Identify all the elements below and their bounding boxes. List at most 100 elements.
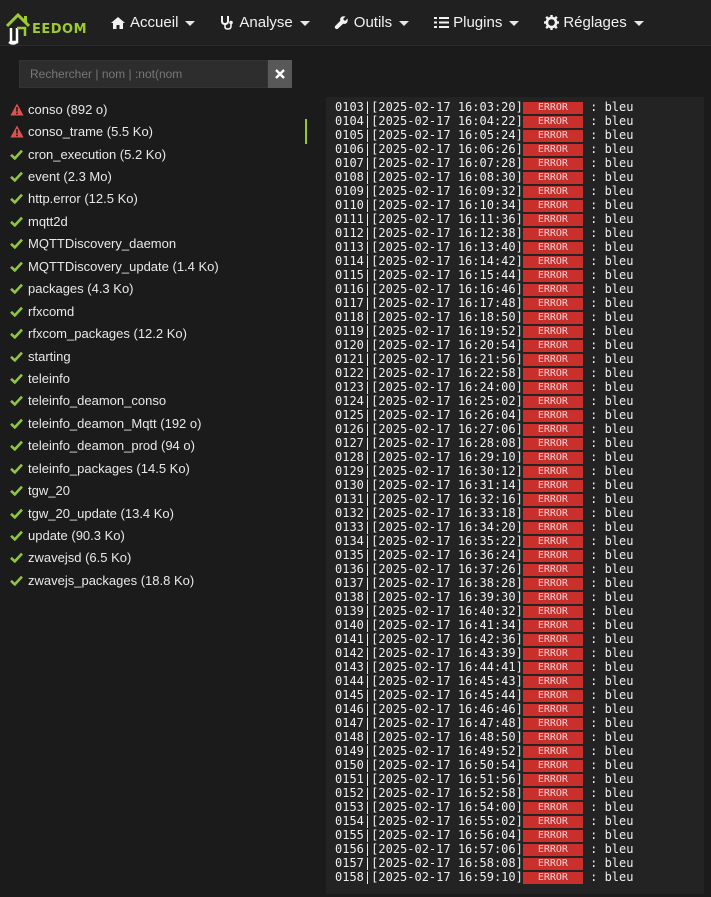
log-level-badge: ERROR [522,634,583,646]
chevron-down-icon [185,21,196,26]
log-line-timestamp: 2025-02-17 16:10:34 [378,198,516,212]
log-line: 0144|[2025-02-17 16:45:43] ERROR : bleu [335,674,634,688]
log-file-item[interactable]: rfxcomd [0,300,310,322]
check-icon [10,327,27,341]
nav-accueil[interactable]: Accueil [101,0,210,46]
log-file-item[interactable]: teleinfo_deamon_conso [0,390,310,412]
log-line-number: 0158 [335,870,364,884]
log-line: 0108|[2025-02-17 16:08:30] ERROR : bleu [335,170,634,184]
log-line-message: bleu [604,786,634,800]
search-input[interactable] [19,60,268,88]
log-line-timestamp: 2025-02-17 16:45:44 [378,688,516,702]
log-file-item[interactable]: teleinfo [0,367,310,389]
log-line-timestamp: 2025-02-17 16:41:34 [378,618,516,632]
log-line: 0127|[2025-02-17 16:28:08] ERROR : bleu [335,436,634,450]
log-line-timestamp: 2025-02-17 16:15:44 [378,268,516,282]
log-file-label: MQTTDiscovery_update (1.4 Ko) [28,258,219,274]
log-line-message: bleu [604,408,634,422]
log-line-number: 0141 [335,632,364,646]
log-line: 0113|[2025-02-17 16:13:40] ERROR : bleu [335,240,634,254]
log-line-message: bleu [604,716,634,730]
log-line: 0139|[2025-02-17 16:40:32] ERROR : bleu [335,604,634,618]
log-line-timestamp: 2025-02-17 16:47:48 [378,716,516,730]
log-level-badge: ERROR [522,354,583,366]
chevron-down-icon [509,21,520,26]
log-line-message: bleu [604,646,634,660]
log-line: 0109|[2025-02-17 16:09:32] ERROR : bleu [335,184,634,198]
log-line-timestamp: 2025-02-17 16:34:20 [378,520,516,534]
log-level-badge: ERROR [522,312,583,324]
log-file-item[interactable]: tgw_20_update (13.4 Ko) [0,502,310,524]
log-line-number: 0138 [335,590,364,604]
log-line-timestamp: 2025-02-17 16:54:00 [378,800,516,814]
log-line-message: bleu [604,548,634,562]
log-level-badge: ERROR [522,844,583,856]
nav-reglages-label: Réglages [563,14,627,31]
log-file-item[interactable]: cron_execution (5.2 Ko) [0,143,310,165]
log-file-item[interactable]: teleinfo_deamon_prod (94 o) [0,435,310,457]
log-file-item[interactable]: MQTTDiscovery_daemon [0,233,310,255]
log-level-badge: ERROR [522,774,583,786]
log-file-item[interactable]: update (90.3 Ko) [0,524,310,546]
log-line-timestamp: 2025-02-17 16:07:28 [378,156,516,170]
nav-analyse[interactable]: Analyse [210,0,324,46]
log-line: 0134|[2025-02-17 16:35:22] ERROR : bleu [335,534,634,548]
home-icon [110,15,126,31]
log-line: 0150|[2025-02-17 16:50:54] ERROR : bleu [335,758,634,772]
log-line-timestamp: 2025-02-17 16:27:06 [378,422,516,436]
nav-plugins[interactable]: Plugins [424,0,534,46]
log-line: 0135|[2025-02-17 16:36:24] ERROR : bleu [335,548,634,562]
log-line: 0114|[2025-02-17 16:14:42] ERROR : bleu [335,254,634,268]
check-icon [10,416,27,430]
log-line-message: bleu [604,632,634,646]
log-line-message: bleu [604,226,634,240]
log-level-badge: ERROR [522,536,583,548]
log-file-item[interactable]: zwavejs_packages (18.8 Ko) [0,569,310,591]
log-level-badge: ERROR [522,578,583,590]
log-line: 0121|[2025-02-17 16:21:56] ERROR : bleu [335,352,634,366]
log-line-number: 0155 [335,828,364,842]
check-icon [10,461,27,475]
log-file-item[interactable]: mqtt2d [0,210,310,232]
log-line: 0137|[2025-02-17 16:38:28] ERROR : bleu [335,576,634,590]
log-file-item[interactable]: teleinfo_deamon_Mqtt (192 o) [0,412,310,434]
log-line-message: bleu [604,562,634,576]
log-level-badge: ERROR [522,662,583,674]
log-line-message: bleu [604,758,634,772]
log-level-badge: ERROR [522,326,583,338]
log-file-item[interactable]: http.error (12.5 Ko) [0,188,310,210]
log-file-item[interactable]: tgw_20 [0,479,310,501]
log-file-item[interactable]: teleinfo_packages (14.5 Ko) [0,457,310,479]
log-file-item[interactable]: zwavejsd (6.5 Ko) [0,547,310,569]
log-file-label: starting [28,348,71,364]
log-level-badge: ERROR [522,116,583,128]
log-line: 0151|[2025-02-17 16:51:56] ERROR : bleu [335,772,634,786]
brand-logo[interactable]: EEDOM [0,0,87,46]
log-file-item[interactable]: conso_trame (5.5 Ko) [0,119,310,145]
log-level-badge: ERROR [522,718,583,730]
log-level-badge: ERROR [522,284,583,296]
nav-reglages[interactable]: Réglages [534,0,658,46]
log-line: 0154|[2025-02-17 16:55:02] ERROR : bleu [335,814,634,828]
log-line: 0115|[2025-02-17 16:15:44] ERROR : bleu [335,268,634,282]
log-line-message: bleu [604,800,634,814]
nav-outils[interactable]: Outils [325,0,424,46]
log-file-item[interactable]: conso (892 o) [0,98,310,120]
log-file-item[interactable]: starting [0,345,310,367]
log-file-item[interactable]: event (2.3 Mo) [0,165,310,187]
log-line-number: 0119 [335,324,364,338]
log-line-timestamp: 2025-02-17 16:14:42 [378,254,516,268]
log-file-label: tgw_20_update (13.4 Ko) [28,505,174,521]
log-file-item[interactable]: MQTTDiscovery_update (1.4 Ko) [0,255,310,277]
log-line-message: bleu [604,254,634,268]
log-file-item[interactable]: packages (4.3 Ko) [0,278,310,300]
log-line-number: 0109 [335,184,364,198]
log-line: 0155|[2025-02-17 16:56:04] ERROR : bleu [335,828,634,842]
log-file-item[interactable]: rfxcom_packages (12.2 Ko) [0,322,310,344]
log-line-timestamp: 2025-02-17 16:13:40 [378,240,516,254]
clear-search-button[interactable] [268,60,292,88]
log-line: 0152|[2025-02-17 16:52:58] ERROR : bleu [335,786,634,800]
log-line: 0146|[2025-02-17 16:46:46] ERROR : bleu [335,702,634,716]
log-line-number: 0133 [335,520,364,534]
log-line: 0138|[2025-02-17 16:39:30] ERROR : bleu [335,590,634,604]
